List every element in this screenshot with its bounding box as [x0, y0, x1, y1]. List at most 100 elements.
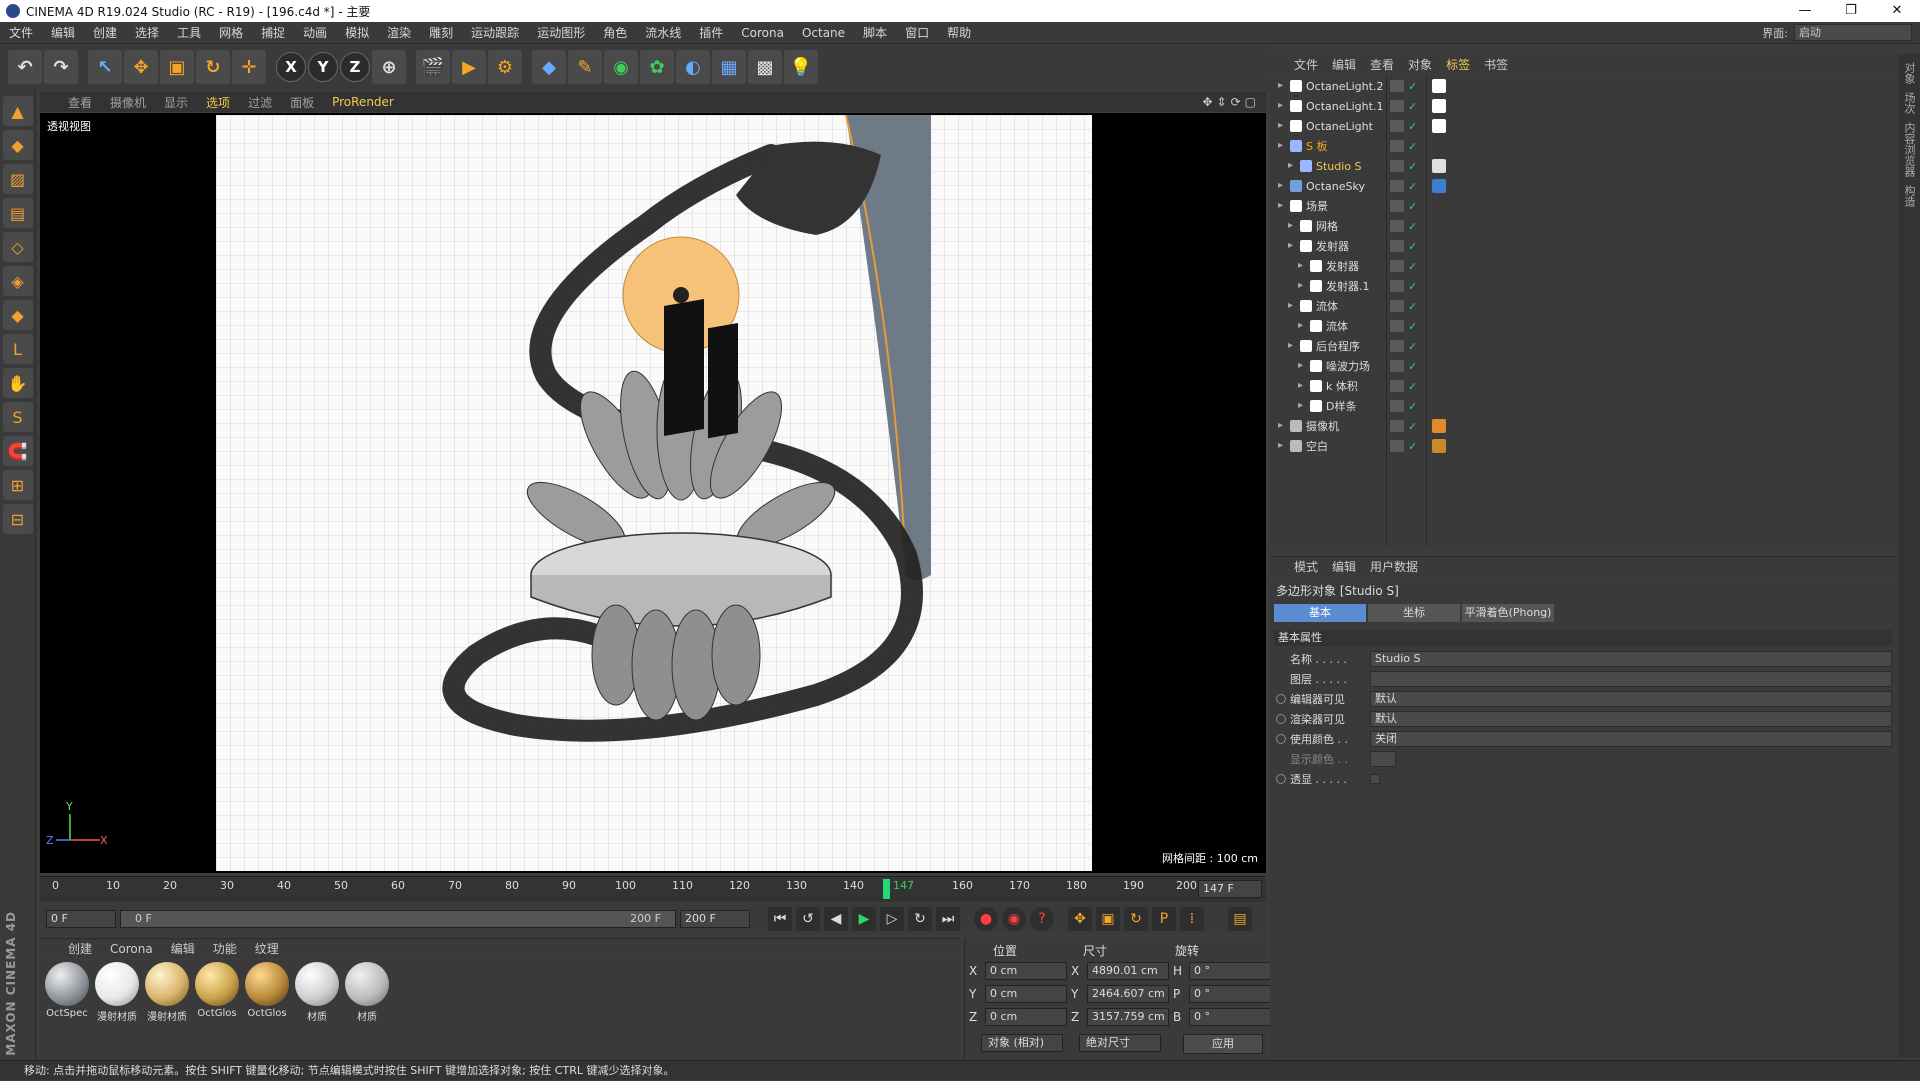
layer-flag-icon[interactable] [1390, 200, 1404, 212]
editor-visible-dropdown[interactable]: 默认 [1370, 691, 1892, 707]
use-color-dropdown[interactable]: 关闭 [1370, 731, 1892, 747]
subdivision-icon[interactable]: ◉ [604, 50, 638, 84]
expand-icon[interactable]: ▸ [1288, 340, 1300, 352]
layer-flag-icon[interactable] [1390, 240, 1404, 252]
material-swatch[interactable]: 漫射材质 [94, 962, 140, 1058]
layer-flag-icon[interactable] [1390, 300, 1404, 312]
key-scale-icon[interactable]: ▣ [1096, 907, 1120, 931]
visibility-check-icon[interactable]: ✓ [1408, 120, 1417, 133]
viewport-nav-icons[interactable]: ✥⇕⟳▢ [1202, 95, 1260, 109]
expand-icon[interactable]: ▸ [1298, 400, 1310, 412]
object-row[interactable]: ▸ OctaneLight.2 ✓ [1270, 76, 1896, 96]
floor-icon[interactable]: ▦ [712, 50, 746, 84]
visibility-check-icon[interactable]: ✓ [1408, 220, 1417, 233]
key-rotation-icon[interactable]: ↻ [1124, 907, 1148, 931]
viewport-menu-display[interactable]: 显示 [164, 94, 188, 111]
object-menu-edit[interactable]: 编辑 [1332, 56, 1356, 73]
coords-mode-dropdown[interactable]: 对象 (相对) [981, 1034, 1063, 1052]
layer-flag-icon[interactable] [1390, 260, 1404, 272]
layer-flag-icon[interactable] [1390, 140, 1404, 152]
start-frame-field[interactable]: 0 F [46, 910, 116, 928]
position-x-field[interactable]: 0 cm [985, 962, 1067, 980]
tab-coordinates[interactable]: 坐标 [1368, 604, 1460, 622]
previous-key-icon[interactable]: ↺ [796, 907, 820, 931]
layer-flag-icon[interactable] [1390, 220, 1404, 232]
menu-simulate[interactable]: 模拟 [336, 24, 378, 41]
size-x-field[interactable]: 4890.01 cm [1087, 962, 1169, 980]
material-swatch[interactable]: 漫射材质 [144, 962, 190, 1058]
close-button[interactable]: ✕ [1874, 0, 1920, 22]
object-row[interactable]: ▸ 网格 ✓ [1270, 216, 1896, 236]
right-tab-structure[interactable]: 构造 [1901, 185, 1917, 207]
object-menu-tags[interactable]: 标签 [1446, 56, 1470, 73]
layer-flag-icon[interactable] [1390, 120, 1404, 132]
menu-mesh[interactable]: 网格 [210, 24, 252, 41]
object-row[interactable]: ▸ 发射器 ✓ [1270, 236, 1896, 256]
expand-icon[interactable]: ▸ [1298, 280, 1310, 292]
snap-icon[interactable]: 🧲 [2, 436, 33, 466]
play-icon[interactable]: ▶ [852, 907, 876, 931]
current-frame-field[interactable]: 147 F [1198, 880, 1262, 898]
x-axis-lock-icon[interactable]: X [276, 52, 306, 82]
object-row[interactable]: ▸ S 板 ✓ [1270, 136, 1896, 156]
visibility-check-icon[interactable]: ✓ [1408, 240, 1417, 253]
expand-icon[interactable]: ▸ [1298, 260, 1310, 272]
object-tag-icon[interactable] [1432, 119, 1446, 133]
object-menu-file[interactable]: 文件 [1294, 56, 1318, 73]
visibility-check-icon[interactable]: ✓ [1408, 280, 1417, 293]
viewport-menu-camera[interactable]: 摄像机 [110, 94, 146, 111]
object-row[interactable]: ▸ 噪波力场 ✓ [1270, 356, 1896, 376]
layer-flag-icon[interactable] [1390, 180, 1404, 192]
object-row[interactable]: ▸ Studio S ✓ [1270, 156, 1896, 176]
object-row[interactable]: ▸ 后台程序 ✓ [1270, 336, 1896, 356]
object-row[interactable]: ▸ 场景 ✓ [1270, 196, 1896, 216]
autokey-icon[interactable]: ◉ [1002, 907, 1026, 931]
visibility-check-icon[interactable]: ✓ [1408, 160, 1417, 173]
layer-flag-icon[interactable] [1390, 400, 1404, 412]
object-tag-icon[interactable] [1432, 179, 1446, 193]
radio-icon[interactable] [1276, 714, 1286, 724]
expand-icon[interactable]: ▸ [1278, 440, 1290, 452]
menu-script[interactable]: 脚本 [854, 24, 896, 41]
camera-icon[interactable]: ▩ [748, 50, 782, 84]
go-to-end-icon[interactable]: ⏭ [936, 907, 960, 931]
material-menu-texture[interactable]: 纹理 [255, 940, 279, 957]
perspective-viewport[interactable]: 透视视图 网格间距 : 100 cm X Y Z [40, 113, 1266, 873]
key-position-icon[interactable]: ✥ [1068, 907, 1092, 931]
expand-icon[interactable]: ▸ [1298, 360, 1310, 372]
light-icon[interactable]: 💡 [784, 50, 818, 84]
menu-select[interactable]: 选择 [126, 24, 168, 41]
menu-file[interactable]: 文件 [0, 24, 42, 41]
name-field[interactable]: Studio S [1370, 651, 1892, 667]
menu-help[interactable]: 帮助 [938, 24, 980, 41]
material-menu-function[interactable]: 功能 [213, 940, 237, 957]
render-view-icon[interactable]: 🎬 [416, 50, 450, 84]
right-tab-objects[interactable]: 对象 [1901, 62, 1917, 84]
undo-icon[interactable]: ↶ [8, 50, 42, 84]
object-row[interactable]: ▸ 空白 ✓ [1270, 436, 1896, 456]
right-tab-content-browser[interactable]: 内容浏览器 [1901, 122, 1917, 177]
keyframe-selection-icon[interactable]: ? [1030, 907, 1054, 931]
material-swatch[interactable]: OctSpec [44, 962, 90, 1058]
material-swatch[interactable]: OctGlos [244, 962, 290, 1058]
layer-field[interactable] [1370, 671, 1892, 687]
render-visible-dropdown[interactable]: 默认 [1370, 711, 1892, 727]
coords-size-mode-dropdown[interactable]: 绝对尺寸 [1079, 1034, 1161, 1052]
visibility-check-icon[interactable]: ✓ [1408, 200, 1417, 213]
expand-icon[interactable]: ▸ [1278, 80, 1290, 92]
visibility-check-icon[interactable]: ✓ [1408, 340, 1417, 353]
object-row[interactable]: ▸ OctaneLight.1 ✓ [1270, 96, 1896, 116]
viewport-menu-view[interactable]: 查看 [68, 94, 92, 111]
tab-basic[interactable]: 基本 [1274, 604, 1366, 622]
pen-spline-icon[interactable]: ✎ [568, 50, 602, 84]
visibility-check-icon[interactable]: ✓ [1408, 360, 1417, 373]
menu-pipeline[interactable]: 流水线 [636, 24, 690, 41]
menu-window[interactable]: 窗口 [896, 24, 938, 41]
menu-render[interactable]: 渲染 [378, 24, 420, 41]
layout-select[interactable]: 启动 [1794, 24, 1912, 41]
layer-flag-icon[interactable] [1390, 420, 1404, 432]
render-settings-icon[interactable]: ⚙ [488, 50, 522, 84]
visibility-check-icon[interactable]: ✓ [1408, 260, 1417, 273]
menu-octane[interactable]: Octane [793, 26, 854, 40]
coords-apply-button[interactable]: 应用 [1183, 1034, 1263, 1054]
